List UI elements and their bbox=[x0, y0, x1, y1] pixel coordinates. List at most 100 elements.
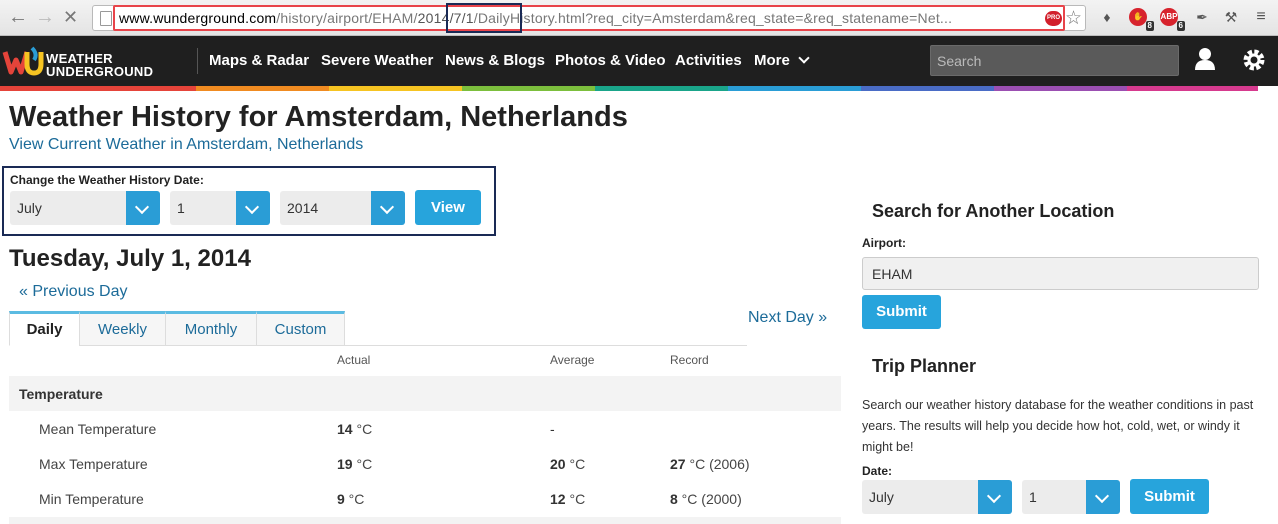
trip-day-value: 1 bbox=[1029, 489, 1037, 505]
nav-severe-weather[interactable]: Severe Weather bbox=[321, 52, 433, 69]
search-location-heading: Search for Another Location bbox=[872, 201, 1115, 221]
url-path-after: /DailyHistory.html?req_city=Amsterdam&re… bbox=[473, 10, 953, 26]
site-header: WEATHER UNDERGROUND Maps & Radar Severe … bbox=[0, 36, 1278, 86]
row-average: 12 °C bbox=[550, 491, 585, 507]
row-label: Mean Temperature bbox=[39, 421, 157, 437]
average-unit: °C bbox=[565, 491, 586, 507]
trip-planner-description: Search our weather history database for … bbox=[862, 398, 1254, 454]
forward-icon[interactable]: → bbox=[35, 6, 55, 28]
logo-line2: UNDERGROUND bbox=[46, 64, 154, 79]
address-bar[interactable]: www.wunderground.com/history/airport/EHA… bbox=[92, 3, 1086, 33]
color-stripe-segment bbox=[595, 86, 728, 91]
wu-logo-icon[interactable] bbox=[2, 44, 44, 83]
evernote-extension-icon[interactable]: ♦ bbox=[1098, 8, 1116, 26]
url-date-highlight-box bbox=[446, 3, 522, 33]
nav-more-label: More bbox=[754, 52, 790, 69]
wu-logo-text[interactable]: WEATHER UNDERGROUND bbox=[46, 52, 153, 78]
average-unit: °C bbox=[565, 456, 586, 472]
color-stripe-segment bbox=[1127, 86, 1258, 91]
trip-month-select[interactable]: July bbox=[862, 480, 1012, 514]
date-heading: Tuesday, July 1, 2014 bbox=[9, 245, 251, 272]
record-unit: °C (2006) bbox=[685, 456, 750, 472]
airport-submit-button[interactable]: Submit bbox=[862, 295, 941, 329]
ublock-extension-icon[interactable]: ✋ 8 bbox=[1129, 8, 1154, 31]
tab-daily[interactable]: Daily bbox=[9, 311, 80, 346]
trip-date-label: Date: bbox=[862, 464, 893, 478]
actual-unit: °C bbox=[352, 421, 373, 437]
color-stripe-segment bbox=[0, 86, 196, 91]
row-label: Min Temperature bbox=[39, 491, 144, 507]
airport-label: Airport: bbox=[862, 236, 906, 250]
actual-value: 9 bbox=[337, 491, 345, 507]
month-value: July bbox=[17, 200, 42, 216]
history-tabs: Daily Weekly Monthly Custom bbox=[9, 311, 747, 346]
row-average: 20 °C bbox=[550, 456, 585, 472]
average-value: 20 bbox=[550, 456, 566, 472]
form-label: Change the Weather History Date: bbox=[10, 173, 204, 187]
previous-day-link[interactable]: « Previous Day bbox=[19, 283, 128, 301]
color-stripe-segment bbox=[728, 86, 861, 91]
nav-activities[interactable]: Activities bbox=[675, 52, 742, 69]
chevron-down-icon bbox=[126, 191, 160, 225]
user-icon[interactable] bbox=[1194, 47, 1216, 76]
record-value: 8 bbox=[670, 491, 678, 507]
row-label: Max Temperature bbox=[39, 456, 148, 472]
color-stripe-segment bbox=[329, 86, 462, 91]
section-temperature: Temperature bbox=[9, 376, 841, 411]
tab-monthly[interactable]: Monthly bbox=[165, 311, 257, 346]
color-stripe bbox=[0, 86, 1278, 91]
row-record: 8 °C (2000) bbox=[670, 491, 742, 507]
day-value: 1 bbox=[177, 200, 185, 216]
tab-custom[interactable]: Custom bbox=[256, 311, 345, 346]
airport-input[interactable]: EHAM bbox=[862, 257, 1259, 290]
color-stripe-segment bbox=[462, 86, 595, 91]
view-button[interactable]: View bbox=[415, 190, 481, 225]
row-actual: 9 °C bbox=[337, 491, 364, 507]
actual-unit: °C bbox=[344, 491, 365, 507]
stop-icon[interactable]: ✕ bbox=[63, 6, 78, 28]
trip-submit-button[interactable]: Submit bbox=[1130, 479, 1209, 514]
trip-day-select[interactable]: 1 bbox=[1022, 480, 1120, 514]
pro-badge-icon[interactable]: PRO bbox=[1045, 11, 1062, 26]
column-header-average: Average bbox=[550, 353, 595, 367]
url-text[interactable]: www.wunderground.com/history/airport/EHA… bbox=[119, 10, 1039, 26]
history-date-form: Change the Weather History Date: July 1 … bbox=[2, 166, 496, 236]
day-select[interactable]: 1 bbox=[170, 191, 270, 225]
nav-news-blogs[interactable]: News & Blogs bbox=[445, 52, 545, 69]
chevron-down-icon bbox=[798, 52, 810, 64]
view-current-weather-link[interactable]: View Current Weather in Amsterdam, Nethe… bbox=[9, 136, 363, 154]
chrome-menu-icon[interactable]: ≡ bbox=[1252, 8, 1270, 26]
adblock-plus-extension-icon[interactable]: ABP 6 bbox=[1160, 8, 1185, 31]
actual-value: 14 bbox=[337, 421, 353, 437]
next-row-background bbox=[9, 517, 841, 524]
nav-maps-radar[interactable]: Maps & Radar bbox=[209, 52, 309, 69]
bookmark-star-icon[interactable]: ☆ bbox=[1065, 7, 1082, 30]
row-actual: 19 °C bbox=[337, 456, 372, 472]
average-value: 12 bbox=[550, 491, 566, 507]
abp-label: ABP bbox=[1160, 12, 1178, 21]
site-search-input[interactable]: Search bbox=[930, 45, 1179, 76]
nav-more[interactable]: More bbox=[754, 52, 810, 69]
color-stripe-segment bbox=[196, 86, 329, 91]
next-day-link[interactable]: Next Day » bbox=[748, 309, 827, 327]
settings-gear-icon[interactable] bbox=[1241, 47, 1267, 78]
chevron-down-icon bbox=[236, 191, 270, 225]
column-header-actual: Actual bbox=[337, 353, 371, 367]
tab-weekly[interactable]: Weekly bbox=[79, 311, 166, 346]
month-select[interactable]: July bbox=[10, 191, 160, 225]
back-icon[interactable]: ← bbox=[8, 6, 28, 28]
wrench-menu-icon[interactable]: ⚒ bbox=[1222, 8, 1240, 26]
year-value: 2014 bbox=[287, 200, 319, 216]
eyedropper-extension-icon[interactable]: ✒ bbox=[1193, 8, 1211, 26]
page-icon bbox=[100, 11, 112, 26]
chevron-down-icon bbox=[371, 191, 405, 225]
trip-planner-heading: Trip Planner bbox=[872, 356, 977, 376]
url-path-before: /history/airport/EHAM/ bbox=[276, 10, 418, 26]
url-domain: www.wunderground.com bbox=[119, 10, 277, 26]
chevron-down-icon bbox=[1086, 480, 1120, 514]
nav-photos-video[interactable]: Photos & Video bbox=[555, 52, 666, 69]
record-unit: °C (2000) bbox=[677, 491, 742, 507]
nav-divider bbox=[197, 48, 198, 74]
year-select[interactable]: 2014 bbox=[280, 191, 405, 225]
record-value: 27 bbox=[670, 456, 686, 472]
